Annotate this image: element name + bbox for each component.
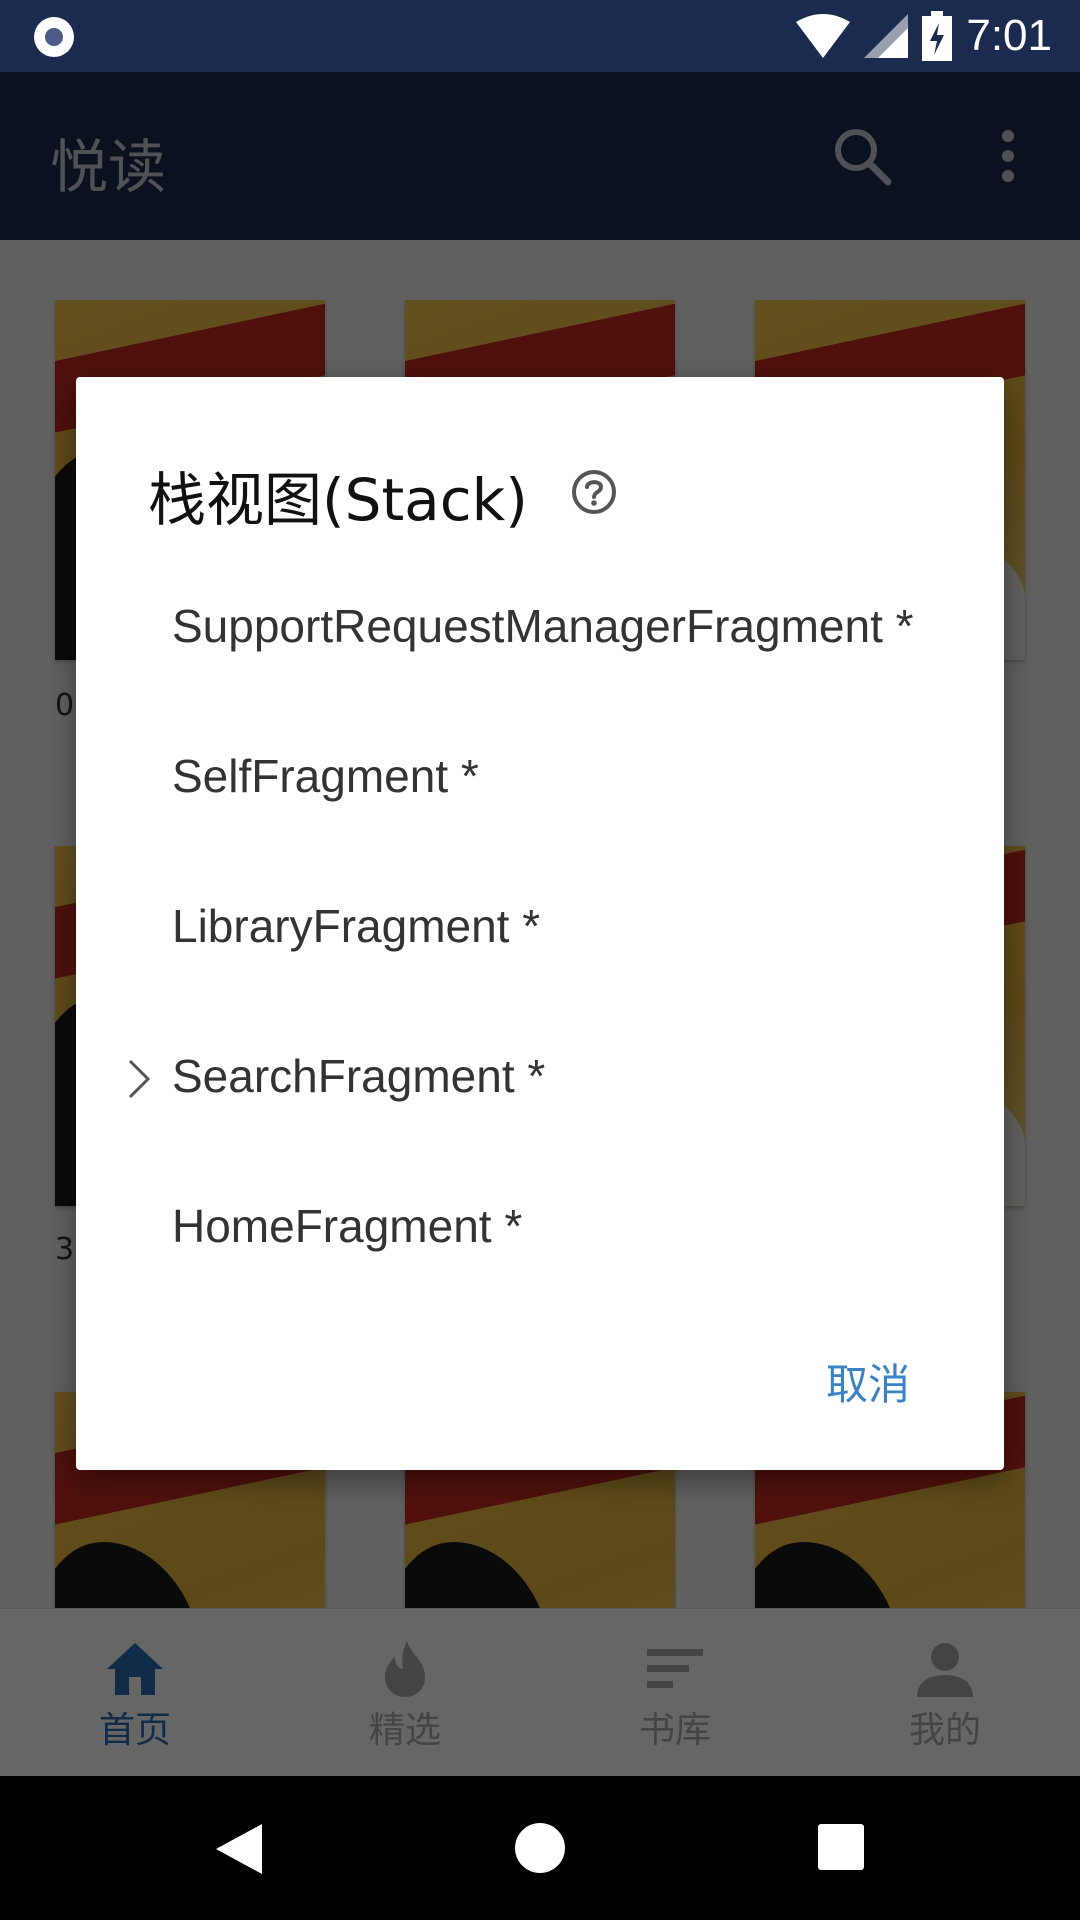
stack-view-dialog: 栈视图(Stack) SupportRequestManagerFragment… xyxy=(76,377,1004,1470)
help-icon[interactable] xyxy=(570,468,618,516)
stack-item-label: LibraryFragment * xyxy=(172,900,541,952)
battery-icon xyxy=(922,11,953,61)
chevron-right-icon xyxy=(128,1059,151,1099)
stack-item-label: SelfFragment * xyxy=(172,750,479,802)
fragment-stack-list: SupportRequestManagerFragment * SelfFrag… xyxy=(76,557,1004,1307)
cancel-button[interactable]: 取消 xyxy=(822,1345,914,1418)
stack-item-label: HomeFragment * xyxy=(172,1200,523,1252)
stack-item[interactable]: HomeFragment * xyxy=(76,1157,1004,1307)
stack-item-label: SupportRequestManagerFragment * xyxy=(172,600,914,652)
signal-icon xyxy=(864,14,909,58)
notification-icon xyxy=(34,17,74,57)
status-bar: 7:01 xyxy=(0,0,1080,72)
wifi-icon xyxy=(796,14,851,58)
stack-item[interactable]: SelfFragment * xyxy=(76,707,1004,857)
dialog-title: 栈视图(Stack) xyxy=(148,466,528,534)
status-icons: 7:01 xyxy=(796,10,1052,62)
stack-item-label: SearchFragment * xyxy=(172,1050,546,1102)
stack-item-current[interactable]: SearchFragment * xyxy=(76,1007,1004,1157)
system-navigation-bar xyxy=(0,1776,1080,1920)
stack-item[interactable]: SupportRequestManagerFragment * xyxy=(76,557,1004,707)
home-button-icon[interactable] xyxy=(514,1822,566,1874)
status-time: 7:01 xyxy=(966,11,1052,60)
stack-item[interactable]: LibraryFragment * xyxy=(76,857,1004,1007)
back-icon[interactable] xyxy=(212,1822,266,1876)
recents-icon[interactable] xyxy=(818,1824,864,1870)
